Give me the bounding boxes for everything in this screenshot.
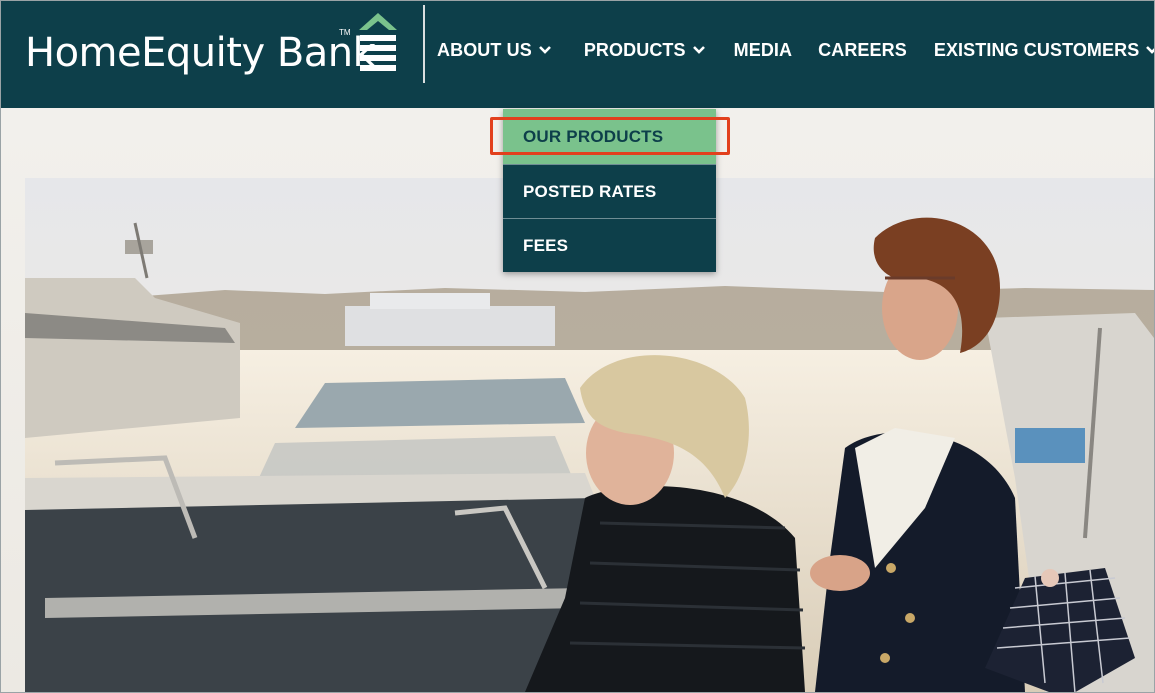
chevron-down-icon — [692, 46, 705, 54]
annotation-highlight-box — [490, 117, 730, 155]
site-header: HomeEquity Bank TM ABOUT US PRODUCTS MED… — [1, 1, 1154, 108]
nav-about-us[interactable]: ABOUT US — [437, 37, 552, 63]
nav-careers[interactable]: CAREERS — [818, 37, 907, 63]
menu-item-fees[interactable]: FEES — [503, 218, 716, 272]
nav-about-us-label: ABOUT US — [437, 39, 532, 60]
nav-products[interactable]: PRODUCTS — [584, 37, 706, 63]
chevron-down-icon — [1146, 46, 1154, 54]
nav-careers-label: CAREERS — [818, 39, 907, 60]
menu-item-fees-label: FEES — [523, 235, 569, 255]
menu-item-posted-rates[interactable]: POSTED RATES — [503, 164, 716, 218]
menu-item-posted-rates-label: POSTED RATES — [523, 181, 657, 201]
logo-stacked-chevron-icon[interactable] — [357, 13, 399, 71]
brand-trademark: TM — [339, 28, 351, 37]
header-divider — [423, 5, 425, 83]
nav-products-label: PRODUCTS — [583, 39, 686, 60]
nav-media[interactable]: MEDIA — [734, 37, 793, 63]
nav-media-label: MEDIA — [733, 39, 793, 60]
nav-existing-customers-label: EXISTING CUSTOMERS — [933, 39, 1140, 60]
chevron-down-icon — [538, 46, 551, 54]
main-nav: ABOUT US PRODUCTS MEDIA CAREERS EXISTING… — [437, 37, 1154, 63]
nav-existing-customers[interactable]: EXISTING CUSTOMERS — [933, 37, 1154, 63]
browser-page-frame: HomeEquity Bank TM ABOUT US PRODUCTS MED… — [0, 0, 1155, 693]
brand-logo-text[interactable]: HomeEquity Bank — [25, 29, 376, 77]
